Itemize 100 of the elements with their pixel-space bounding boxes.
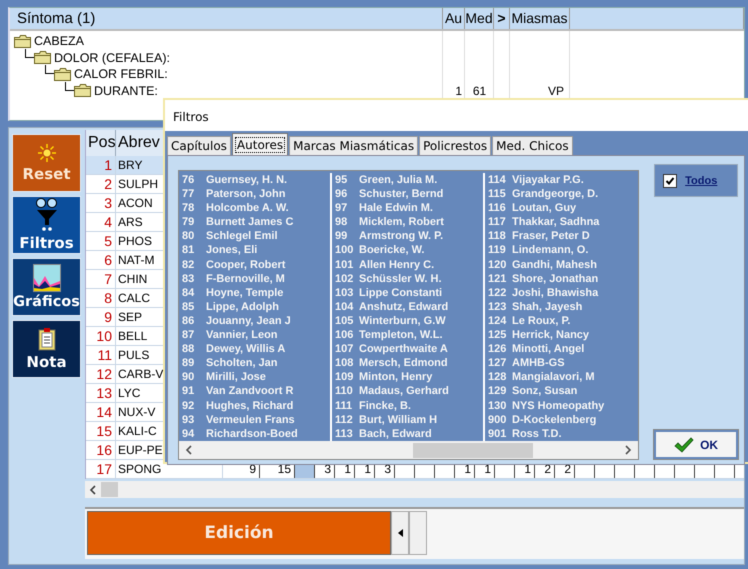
author-number[interactable]: 98 (335, 215, 359, 230)
ok-button[interactable]: OK (654, 430, 738, 459)
author-number[interactable]: 109 (335, 370, 359, 384)
author-number[interactable]: 112 (335, 412, 359, 427)
author-name[interactable]: Mangialavori, M (512, 370, 595, 384)
author-number[interactable]: 80 (182, 229, 206, 244)
tab[interactable]: Autores (232, 133, 288, 155)
author-number[interactable]: 81 (182, 243, 206, 258)
author-number[interactable]: 90 (182, 370, 206, 384)
author-number[interactable]: 99 (335, 229, 359, 244)
author-name[interactable]: NYS Homeopathy (512, 398, 604, 413)
author-name[interactable]: F-Bernoville, M (206, 272, 285, 286)
author-name[interactable]: Lippe, Adolph (206, 300, 279, 314)
author-name[interactable]: Anshutz, Edward (359, 300, 448, 314)
author-name[interactable]: Fincke, B. (359, 398, 411, 413)
author-name[interactable]: Guernsey, H. N. (206, 173, 288, 188)
author-name[interactable]: Hughes, Richard (206, 398, 294, 413)
author-name[interactable]: AMHB-GS (512, 356, 565, 370)
column-header[interactable]: Síntoma (1) (10, 8, 443, 29)
author-name[interactable]: Ross T.D. (512, 426, 562, 441)
author-name[interactable]: Thakkar, Sadhna (512, 215, 600, 230)
author-number[interactable]: 901 (488, 426, 512, 441)
author-number[interactable]: 110 (335, 384, 359, 398)
author-name[interactable]: Dewey, Willis A (206, 342, 286, 356)
author-number[interactable]: 82 (182, 258, 206, 272)
tab[interactable]: Marcas Miasmáticas (289, 136, 418, 155)
author-number[interactable]: 83 (182, 272, 206, 286)
author-number[interactable]: 114 (488, 173, 512, 188)
author-name[interactable]: Allen Henry C. (359, 258, 434, 272)
author-number[interactable]: 77 (182, 187, 206, 202)
charts-button[interactable]: Gráficos (12, 258, 81, 316)
author-name[interactable]: Schüssler W. H. (359, 272, 442, 286)
author-name[interactable]: Hale Edwin M. (359, 201, 433, 216)
column-header[interactable]: Au (443, 8, 465, 29)
author-name[interactable]: Minton, Henry (359, 370, 432, 384)
author-number[interactable]: 79 (182, 215, 206, 230)
author-number[interactable]: 103 (335, 286, 359, 300)
tab[interactable]: Capítulos (167, 136, 231, 155)
author-number[interactable]: 108 (335, 356, 359, 370)
author-number[interactable]: 96 (335, 187, 359, 202)
scroll-thumb[interactable] (413, 442, 533, 458)
author-name[interactable]: Vermeulen Frans (206, 412, 295, 427)
author-name[interactable]: Paterson, John (206, 187, 286, 202)
author-number[interactable]: 91 (182, 384, 206, 398)
author-name[interactable]: Holcombe A. W. (206, 201, 289, 216)
checkbox[interactable] (663, 174, 678, 188)
collapse-button[interactable] (391, 511, 409, 555)
author-name[interactable]: Gandhi, Mahesh (512, 258, 597, 272)
author-number[interactable]: 86 (182, 314, 206, 328)
author-number[interactable]: 88 (182, 342, 206, 356)
author-number[interactable]: 85 (182, 300, 206, 314)
author-number[interactable]: 130 (488, 398, 512, 413)
author-name[interactable]: Richardson-Boed (206, 426, 298, 441)
author-name[interactable]: Winterburn, G.W (359, 314, 446, 328)
author-number[interactable]: 97 (335, 201, 359, 216)
author-number[interactable]: 119 (488, 243, 512, 258)
column-header[interactable]: > (494, 8, 510, 29)
author-name[interactable]: Van Zandvoort R (206, 384, 294, 398)
author-number[interactable]: 900 (488, 412, 512, 427)
author-name[interactable]: Lindemann, O. (512, 243, 588, 258)
author-number[interactable]: 84 (182, 286, 206, 300)
author-number[interactable]: 87 (182, 328, 206, 342)
author-number[interactable]: 93 (182, 412, 206, 427)
author-number[interactable]: 127 (488, 356, 512, 370)
author-name[interactable]: Lippe Constanti (359, 286, 442, 300)
author-name[interactable]: Scholten, Jan (206, 356, 278, 370)
author-number[interactable]: 121 (488, 272, 512, 286)
author-number[interactable]: 117 (488, 215, 512, 230)
note-button[interactable]: Nota (12, 320, 81, 378)
author-name[interactable]: Micklem, Robert (359, 215, 444, 230)
author-name[interactable]: Burt, William H (359, 412, 438, 427)
edit-button[interactable]: Edición (87, 511, 391, 555)
author-number[interactable]: 106 (335, 328, 359, 342)
author-number[interactable]: 124 (488, 314, 512, 328)
author-number[interactable]: 107 (335, 342, 359, 356)
author-name[interactable]: Minotti, Angel (512, 342, 584, 356)
author-number[interactable]: 105 (335, 314, 359, 328)
author-number[interactable]: 120 (488, 258, 512, 272)
scroll-left-icon[interactable] (185, 445, 193, 455)
author-number[interactable]: 78 (182, 201, 206, 216)
author-number[interactable]: 92 (182, 398, 206, 413)
author-number[interactable]: 125 (488, 328, 512, 342)
author-number[interactable]: 100 (335, 243, 359, 258)
author-name[interactable]: Schuster, Bernd (359, 187, 444, 202)
author-name[interactable]: Vijayakar P.G. (512, 173, 584, 188)
author-name[interactable]: Armstrong W. P. (359, 229, 444, 244)
tab[interactable]: Policrestos (419, 136, 492, 155)
author-number[interactable]: 115 (488, 187, 512, 202)
author-name[interactable]: Burnett James C (206, 215, 294, 230)
author-name[interactable]: Vannier, Leon (206, 328, 278, 342)
tree-item[interactable]: CALOR FEBRIL: (74, 67, 168, 82)
author-name[interactable]: Herrick, Nancy (512, 328, 590, 342)
tree-item[interactable]: CABEZA (34, 34, 84, 48)
author-number[interactable]: 116 (488, 201, 512, 216)
author-number[interactable]: 129 (488, 384, 512, 398)
author-name[interactable]: Schlegel Emil (206, 229, 278, 244)
author-name[interactable]: Mirilli, Jose (206, 370, 266, 384)
author-name[interactable]: Joshi, Bhawisha (512, 286, 598, 300)
tab[interactable]: Med. Chicos (492, 136, 573, 155)
author-name[interactable]: Cowperthwaite A (359, 342, 448, 356)
